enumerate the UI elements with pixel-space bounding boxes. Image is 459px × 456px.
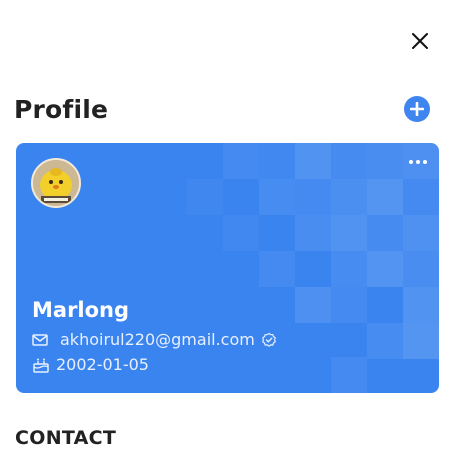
profile-email: akhoirul220@gmail.com: [60, 330, 255, 349]
profile-name: Marlong: [32, 298, 130, 322]
verified-check-icon: [261, 331, 278, 348]
email-row: akhoirul220@gmail.com: [32, 330, 278, 349]
profile-header: Profile: [14, 92, 432, 126]
plus-icon: [410, 102, 424, 116]
close-button[interactable]: [408, 29, 432, 53]
profile-card[interactable]: Marlong akhoirul220@gmail.com 2002-01-05: [16, 143, 439, 393]
add-profile-button[interactable]: [404, 96, 430, 122]
contact-section-title: CONTACT: [15, 427, 117, 449]
close-icon: [412, 33, 428, 49]
avatar[interactable]: [31, 158, 81, 208]
more-horizontal-icon: [409, 160, 413, 164]
birthday-row: 2002-01-05: [32, 355, 149, 374]
profile-birth-date: 2002-01-05: [56, 355, 149, 374]
mail-icon: [32, 331, 50, 349]
more-options-button[interactable]: [407, 152, 429, 172]
cake-icon: [32, 356, 50, 374]
avatar-image: [33, 160, 79, 206]
page-title: Profile: [14, 94, 109, 124]
